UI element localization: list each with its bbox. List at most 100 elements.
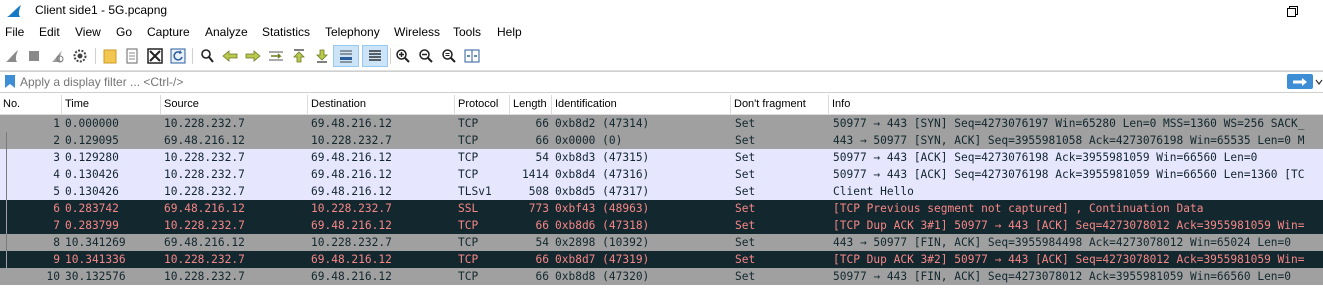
- cell-dont-fragment: Set: [735, 202, 756, 215]
- packet-row[interactable]: 9 10.341336 10.228.232.7 69.48.216.12 TCP 66 0…: [0, 251, 1323, 268]
- cell-length: 66: [535, 134, 549, 147]
- reload-icon[interactable]: [169, 47, 187, 65]
- cell-protocol: TCP: [458, 236, 479, 249]
- options-gear-icon[interactable]: [71, 47, 89, 65]
- menu-file[interactable]: File: [5, 25, 24, 39]
- cell-source: 69.48.216.12: [164, 236, 245, 249]
- menu-capture[interactable]: Capture: [147, 25, 190, 39]
- cell-protocol: TCP: [458, 151, 479, 164]
- chevron-down-icon[interactable]: [1315, 75, 1323, 89]
- cell-destination: 10.228.232.7: [311, 134, 392, 147]
- menu-edit[interactable]: Edit: [39, 25, 60, 39]
- menu-wireless[interactable]: Wireless: [394, 25, 440, 39]
- column-header-dont-fragment[interactable]: Don't fragment: [731, 95, 829, 114]
- file-icon[interactable]: [123, 47, 141, 65]
- menu-tools[interactable]: Tools: [453, 25, 481, 39]
- cell-dont-fragment: Set: [735, 219, 756, 232]
- column-header-protocol[interactable]: Protocol: [455, 95, 510, 114]
- cell-no: 10: [46, 270, 60, 283]
- cell-no: 5: [53, 185, 60, 198]
- cell-info: 50977 → 443 [SYN] Seq=4273076197 Win=652…: [833, 117, 1305, 130]
- display-filter-input[interactable]: [18, 73, 1290, 90]
- packet-list-header: No. Time Source Destination Protocol Len…: [0, 95, 1323, 115]
- restart-icon[interactable]: [48, 47, 66, 65]
- cell-no: 7: [53, 219, 60, 232]
- column-header-source[interactable]: Source: [161, 95, 308, 114]
- open-folder-icon[interactable]: [101, 47, 119, 65]
- cell-time: 0.283799: [65, 219, 119, 232]
- cell-destination: 69.48.216.12: [311, 117, 392, 130]
- first-packet-icon[interactable]: [290, 47, 308, 65]
- cell-source: 10.228.232.7: [164, 117, 245, 130]
- cell-identification: 0xb8d6 (47318): [555, 219, 650, 232]
- cell-time: 30.132576: [65, 270, 126, 283]
- cell-destination: 10.228.232.7: [311, 202, 392, 215]
- display-filter-bar: [0, 71, 1323, 93]
- packet-row[interactable]: 6 0.283742 69.48.216.12 10.228.232.7 SSL 773 0…: [0, 200, 1323, 217]
- packet-row[interactable]: 5 0.130426 10.228.232.7 69.48.216.12 TLSv1 50…: [0, 183, 1323, 200]
- colorize-icon[interactable]: [362, 45, 388, 67]
- packet-row[interactable]: 10 30.132576 10.228.232.7 69.48.216.12 TCP 66…: [0, 268, 1323, 285]
- column-header-no[interactable]: No.: [0, 95, 62, 114]
- cell-destination: 69.48.216.12: [311, 168, 392, 181]
- cell-time: 0.130426: [65, 168, 119, 181]
- menu-statistics[interactable]: Statistics: [262, 25, 310, 39]
- menu-analyze[interactable]: Analyze: [205, 25, 248, 39]
- cell-dont-fragment: Set: [735, 236, 756, 249]
- menu-help[interactable]: Help: [497, 25, 522, 39]
- bookmark-icon[interactable]: [4, 74, 16, 89]
- cell-source: 10.228.232.7: [164, 185, 245, 198]
- cell-dont-fragment: Set: [735, 134, 756, 147]
- stop-icon[interactable]: [25, 47, 43, 65]
- restore-window-icon[interactable]: [1284, 3, 1300, 19]
- cell-protocol: TCP: [458, 253, 479, 266]
- autoscroll-icon[interactable]: [333, 45, 359, 67]
- column-header-destination[interactable]: Destination: [308, 95, 455, 114]
- cell-identification: 0x2898 (10392): [555, 236, 650, 249]
- resize-columns-icon[interactable]: [463, 47, 481, 65]
- find-icon[interactable]: [198, 47, 216, 65]
- go-to-packet-icon[interactable]: [267, 47, 285, 65]
- main-toolbar: [0, 44, 1323, 71]
- cell-time: 0.000000: [65, 117, 119, 130]
- cell-info: 50977 → 443 [FIN, ACK] Seq=4273078012 Ac…: [833, 270, 1292, 283]
- back-arrow-icon[interactable]: [221, 47, 239, 65]
- cell-info: 50977 → 443 [ACK] Seq=4273076198 Ack=395…: [833, 168, 1305, 181]
- packet-row[interactable]: 4 0.130426 10.228.232.7 69.48.216.12 TCP 1414…: [0, 166, 1323, 183]
- menu-telephony[interactable]: Telephony: [325, 25, 380, 39]
- packet-row[interactable]: 8 10.341269 69.48.216.12 10.228.232.7 TCP 54 0…: [0, 234, 1323, 251]
- apply-filter-button[interactable]: [1287, 74, 1313, 89]
- cell-protocol: TCP: [458, 219, 479, 232]
- cell-info: 443 → 50977 [FIN, ACK] Seq=3955984498 Ac…: [833, 236, 1292, 249]
- cell-info: 50977 → 443 [ACK] Seq=4273076198 Ack=395…: [833, 151, 1258, 164]
- menu-view[interactable]: View: [75, 25, 101, 39]
- wireshark-fin-icon: [7, 5, 21, 17]
- menu-go[interactable]: Go: [116, 25, 132, 39]
- column-header-time[interactable]: Time: [62, 95, 161, 114]
- last-packet-icon[interactable]: [313, 47, 331, 65]
- packet-list: 1 0.000000 10.228.232.7 69.48.216.12 TCP 66 0x…: [0, 115, 1323, 285]
- cell-source: 10.228.232.7: [164, 168, 245, 181]
- forward-arrow-icon[interactable]: [244, 47, 262, 65]
- column-header-identification[interactable]: Identification: [552, 95, 731, 114]
- packet-row[interactable]: 3 0.129280 10.228.232.7 69.48.216.12 TCP 54 0x…: [0, 149, 1323, 166]
- cell-info: [TCP Previous segment not captured] , Co…: [833, 202, 1204, 215]
- packet-row[interactable]: 2 0.129095 69.48.216.12 10.228.232.7 TCP 66 0x…: [0, 132, 1323, 149]
- close-file-icon[interactable]: [146, 47, 164, 65]
- shark-fin-start-icon[interactable]: [3, 47, 21, 65]
- cell-identification: 0xb8d8 (47320): [555, 270, 650, 283]
- cell-protocol: TLSv1: [458, 185, 492, 198]
- normal-size-icon[interactable]: [440, 47, 458, 65]
- cell-info: [TCP Dup ACK 3#2] 50977 → 443 [ACK] Seq=…: [833, 253, 1305, 266]
- zoom-out-icon[interactable]: [417, 47, 435, 65]
- cell-dont-fragment: Set: [735, 117, 756, 130]
- packet-row[interactable]: 7 0.283799 10.228.232.7 69.48.216.12 TCP 66 0x…: [0, 217, 1323, 234]
- zoom-in-icon[interactable]: [394, 47, 412, 65]
- cell-source: 69.48.216.12: [164, 134, 245, 147]
- cell-identification: 0xb8d4 (47316): [555, 168, 650, 181]
- window-title: Client side1 - 5G.pcapng: [35, 3, 168, 17]
- column-header-info[interactable]: Info: [829, 95, 1323, 114]
- packet-row[interactable]: 1 0.000000 10.228.232.7 69.48.216.12 TCP 66 0x…: [0, 115, 1323, 132]
- cell-source: 10.228.232.7: [164, 253, 245, 266]
- column-header-length[interactable]: Length: [510, 95, 552, 114]
